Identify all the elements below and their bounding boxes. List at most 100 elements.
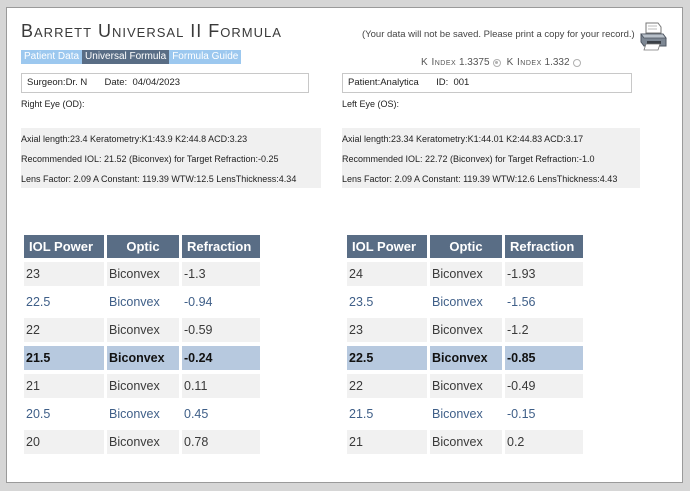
cell-iol-power: 22.5 [347,346,427,370]
no-save-notice: (Your data will not be saved. Please pri… [362,29,635,40]
left-eye-table-body: 24 Biconvex -1.93 23.5 Biconvex -1.56 23 Biconv… [347,262,583,454]
tab-universal-formula[interactable]: Universal Formula [82,50,170,64]
cell-optic: Biconvex [430,430,502,454]
cell-optic: Biconvex [107,318,179,342]
cell-iol-power: 23 [24,262,104,286]
table-row[interactable]: 22 Biconvex -0.49 [347,374,583,398]
page-title: Barrett Universal II Formula [21,21,282,41]
cell-refraction: -0.24 [182,346,260,370]
cell-iol-power: 21 [24,374,104,398]
left-eye-iol-table: IOL Power Optic Refraction 24 Biconvex -1.… [344,231,586,458]
table-row-selected[interactable]: 21.5 Biconvex -0.24 [24,346,260,370]
cell-optic: Biconvex [430,262,502,286]
cell-refraction: -0.49 [505,374,583,398]
id-value: 001 [453,77,470,88]
cell-refraction: 0.11 [182,374,260,398]
col-refraction: Refraction [505,235,583,258]
cell-iol-power: 24 [347,262,427,286]
cell-iol-power: 23.5 [347,290,427,314]
k-index-label-2: K Index [506,57,542,68]
cell-refraction: -1.56 [505,290,583,314]
cell-iol-power: 20 [24,430,104,454]
surgeon-name: Dr. N [65,77,88,88]
tab-bar: Patient Data Universal Formula Formula G… [21,50,242,64]
col-refraction: Refraction [182,235,260,258]
tab-patient-data[interactable]: Patient Data [21,50,83,64]
cell-refraction: -1.93 [505,262,583,286]
right-eye-lens-factors: Lens Factor: 2.09 A Constant: 119.39 WTW… [21,174,297,184]
right-eye-label: Right Eye (OD): [21,99,85,109]
cell-optic: Biconvex [107,346,179,370]
table-row[interactable]: 21 Biconvex 0.11 [24,374,260,398]
table-header-row: IOL Power Optic Refraction [347,235,583,258]
patient-info-box: Patient:Analytica ID: 001 [342,73,632,93]
cell-iol-power: 21 [347,430,427,454]
id-label: ID: [436,77,449,88]
table-row[interactable]: 21.5 Biconvex -0.15 [347,402,583,426]
table-row-selected[interactable]: 22.5 Biconvex -0.85 [347,346,583,370]
left-eye-label: Left Eye (OS): [342,99,400,109]
tab-formula-guide[interactable]: Formula Guide [169,50,242,64]
table-row[interactable]: 24 Biconvex -1.93 [347,262,583,286]
right-eye-recommendation: Recommended IOL: 21.52 (Biconvex) for Ta… [21,154,279,164]
cell-refraction: 0.45 [182,402,260,426]
k-index-label-1: K Index [421,57,457,68]
cell-refraction: -1.2 [505,318,583,342]
table-row[interactable]: 21 Biconvex 0.2 [347,430,583,454]
k-index-value-2: 1.332 [544,57,570,68]
table-row[interactable]: 23 Biconvex -1.3 [24,262,260,286]
cell-iol-power: 21.5 [347,402,427,426]
cell-optic: Biconvex [430,290,502,314]
left-eye-lens-factors: Lens Factor: 2.09 A Constant: 119.39 WTW… [342,174,618,184]
cell-iol-power: 22.5 [24,290,104,314]
table-row[interactable]: 23 Biconvex -1.2 [347,318,583,342]
date-value: 04/04/2023 [132,77,181,88]
cell-refraction: -0.59 [182,318,260,342]
date-label: Date: [104,77,128,88]
cell-refraction: -0.94 [182,290,260,314]
col-iol-power: IOL Power [347,235,427,258]
table-row[interactable]: 22.5 Biconvex -0.94 [24,290,260,314]
cell-optic: Biconvex [107,374,179,398]
k-index-radio-1[interactable] [492,58,501,67]
cell-optic: Biconvex [430,346,502,370]
surgeon-label: Surgeon: [27,77,66,88]
cell-refraction: -0.85 [505,346,583,370]
cell-iol-power: 21.5 [24,346,104,370]
patient-label: Patient: [348,77,381,88]
left-eye-recommendation: Recommended IOL: 22.72 (Biconvex) for Ta… [342,154,595,164]
k-index-value-1: 1.3375 [458,57,490,68]
cell-optic: Biconvex [430,318,502,342]
cell-iol-power: 22 [24,318,104,342]
printer-icon[interactable] [639,21,667,51]
right-eye-iol-table: IOL Power Optic Refraction 23 Biconvex -1.… [21,231,263,458]
table-row[interactable]: 20 Biconvex 0.78 [24,430,260,454]
cell-refraction: -1.3 [182,262,260,286]
k-index-selector: K Index 1.3375 K Index 1.332 [421,57,587,68]
cell-iol-power: 23 [347,318,427,342]
patient-name: Analytica [380,77,419,88]
cell-optic: Biconvex [107,290,179,314]
cell-optic: Biconvex [430,374,502,398]
cell-refraction: 0.2 [505,430,583,454]
report-page: Barrett Universal II Formula (Your data … [6,7,683,483]
cell-refraction: -0.15 [505,402,583,426]
cell-iol-power: 22 [347,374,427,398]
table-row[interactable]: 22 Biconvex -0.59 [24,318,260,342]
right-eye-biometry: Axial length:23.4 Keratometry:K1:43.9 K2… [21,134,248,144]
k-index-radio-2[interactable] [572,58,581,67]
cell-optic: Biconvex [107,262,179,286]
cell-optic: Biconvex [430,402,502,426]
col-optic: Optic [430,235,502,258]
surgeon-info-box: Surgeon:Dr. N Date: 04/04/2023 [21,73,309,93]
table-row[interactable]: 20.5 Biconvex 0.45 [24,402,260,426]
col-optic: Optic [107,235,179,258]
cell-optic: Biconvex [107,402,179,426]
col-iol-power: IOL Power [24,235,104,258]
right-eye-summary: Axial length:23.4 Keratometry:K1:43.9 K2… [21,128,321,188]
cell-optic: Biconvex [107,430,179,454]
left-eye-biometry: Axial length:23.34 Keratometry:K1:44.01 … [342,134,584,144]
table-header-row: IOL Power Optic Refraction [24,235,260,258]
table-row[interactable]: 23.5 Biconvex -1.56 [347,290,583,314]
cell-iol-power: 20.5 [24,402,104,426]
